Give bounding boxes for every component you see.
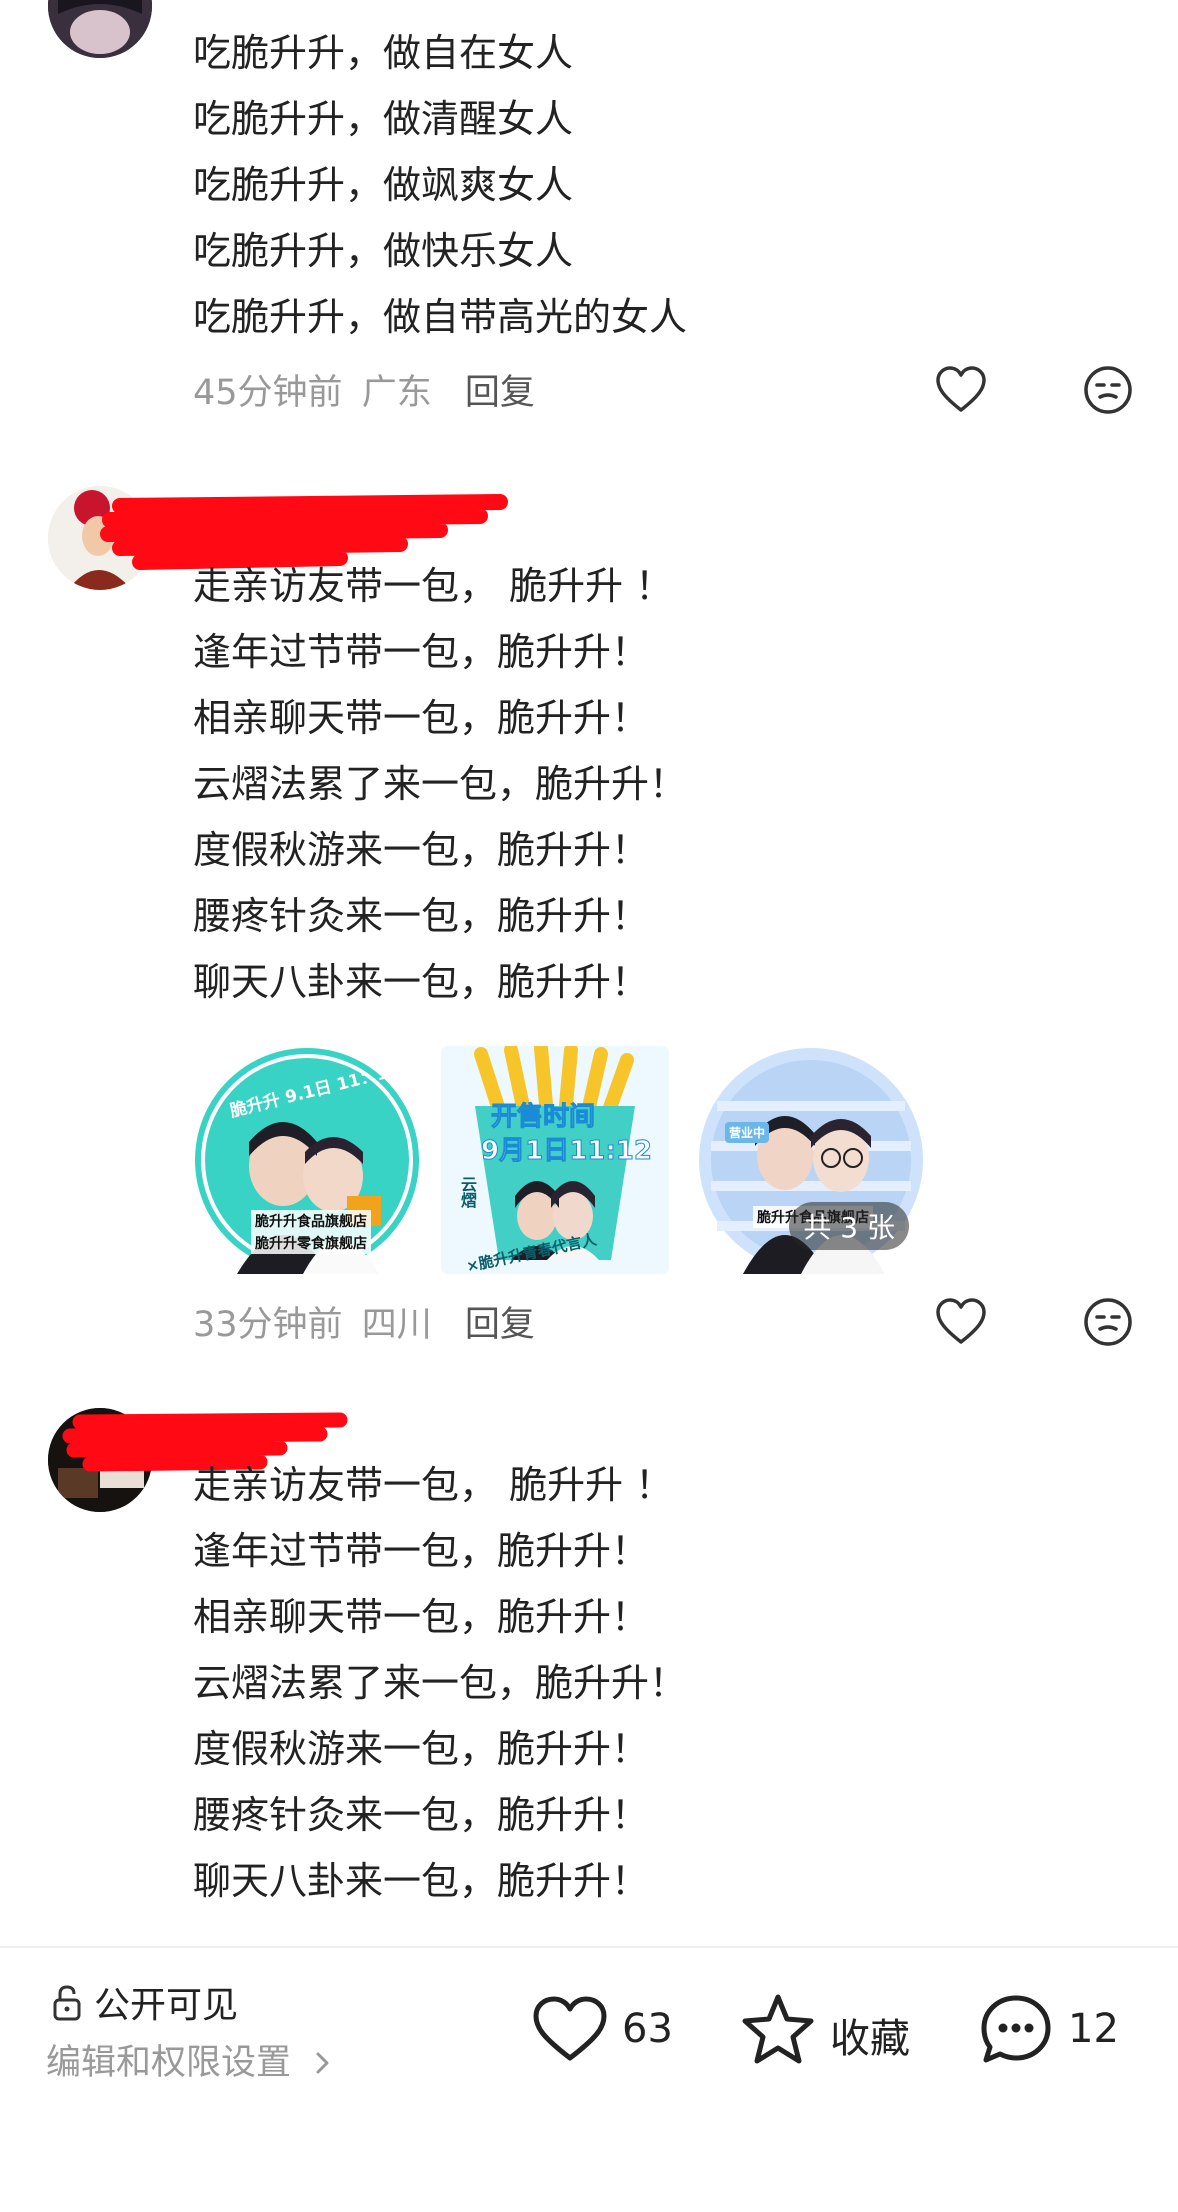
heart-icon[interactable] xyxy=(933,1294,989,1350)
comment-text-line: 吃脆升升，做清醒女人 xyxy=(193,97,574,141)
lock-icon xyxy=(53,1985,81,2021)
comment-text-line: 云熠法累了来一包，脆升升！ xyxy=(193,762,688,806)
comment-image[interactable]: 营业中 脆升升食品旗舰店 共 3 张 xyxy=(697,1046,925,1274)
comment-text-line: 腰疼针灸来一包，脆升升！ xyxy=(193,1793,650,1837)
collect-button[interactable]: 收藏 xyxy=(738,1990,918,2070)
comment-text-line: 吃脆升升，做自带高光的女人 xyxy=(193,295,688,339)
comment-text-line: 逢年过节带一包，脆升升！ xyxy=(193,1529,650,1573)
visibility-label: 公开可见 xyxy=(94,1985,239,2026)
heart-icon[interactable] xyxy=(933,362,989,418)
avatar[interactable] xyxy=(48,0,152,58)
comment-text-line: 云熠法累了来一包，脆升升！ xyxy=(193,1661,688,1705)
chat-bubble-icon xyxy=(981,1995,1051,2063)
comment-meta: 45分钟前 广东 回复 xyxy=(193,364,535,415)
like-button[interactable]: 63 xyxy=(530,1990,680,2070)
bottom-action-bar: 公开可见 编辑和权限设置 63 收藏 12 xyxy=(0,1948,1178,2212)
comment-text-line: 吃脆升升，做飒爽女人 xyxy=(193,163,574,207)
image-caption: 9月1日11:12 xyxy=(481,1136,653,1167)
comment-meta: 33分钟前 四川 回复 xyxy=(193,1296,535,1347)
comment-count: 12 xyxy=(1068,2006,1119,2052)
image-caption: 脆升升零食旗舰店 xyxy=(251,1232,371,1254)
reply-button[interactable]: 回复 xyxy=(465,1305,535,1345)
comment-text-line: 聊天八卦来一包，脆升升！ xyxy=(193,1859,650,1903)
comment-time: 45分钟前 xyxy=(193,373,343,413)
visibility-status[interactable]: 公开可见 xyxy=(50,1976,238,2028)
comment-button[interactable]: 12 xyxy=(976,1990,1126,2070)
comment-time: 33分钟前 xyxy=(193,1305,343,1345)
like-count: 63 xyxy=(622,2006,673,2052)
comment-text-line: 腰疼针灸来一包，脆升升！ xyxy=(193,894,650,938)
comment-text-line: 相亲聊天带一包，脆升升！ xyxy=(193,696,650,740)
heart-icon xyxy=(533,1996,607,2061)
comment-image[interactable]: 脆升升 9.1日 11：12分 脆升升食品旗舰店 脆升升零食旗舰店 xyxy=(193,1046,421,1274)
comment-text-line: 吃脆升升，做自在女人 xyxy=(193,31,574,75)
image-caption: 云熠 xyxy=(458,1176,477,1208)
dizzy-face-icon[interactable] xyxy=(1080,1294,1136,1350)
permission-settings-link[interactable]: 编辑和权限设置 xyxy=(46,2034,334,2085)
comment-text-line: 走亲访友带一包， 脆升升 ！ xyxy=(193,564,674,608)
comment-text-line: 聊天八卦来一包，脆升升！ xyxy=(193,960,650,1004)
comment-location: 广东 xyxy=(361,373,432,413)
comment-text-line: 逢年过节带一包，脆升升！ xyxy=(193,630,650,674)
comment-image[interactable]: 开售时间 9月1日11:12 云熠 ×脆升升青春代言人 xyxy=(441,1046,669,1274)
image-caption: 营业中 xyxy=(725,1122,770,1143)
comment-location: 四川 xyxy=(361,1305,432,1345)
collect-label: 收藏 xyxy=(830,2016,910,2062)
comment-text-line: 相亲聊天带一包，脆升升！ xyxy=(193,1595,650,1639)
comment-text-line: 度假秋游来一包，脆升升！ xyxy=(193,1727,650,1771)
star-icon xyxy=(742,1994,814,2064)
comment-text-line: 度假秋游来一包，脆升升！ xyxy=(193,828,650,872)
dizzy-face-icon[interactable] xyxy=(1080,362,1136,418)
settings-label: 编辑和权限设置 xyxy=(46,2043,292,2083)
chevron-right-icon xyxy=(316,2052,329,2074)
image-count-badge: 共 3 张 xyxy=(789,1202,909,1250)
reply-button[interactable]: 回复 xyxy=(465,373,535,413)
comment-text-line: 走亲访友带一包， 脆升升 ！ xyxy=(193,1463,674,1507)
image-caption: 开售时间 xyxy=(490,1102,596,1133)
comment-text-line: 吃脆升升，做快乐女人 xyxy=(193,229,574,273)
image-caption: 脆升升食品旗舰店 xyxy=(251,1210,371,1232)
